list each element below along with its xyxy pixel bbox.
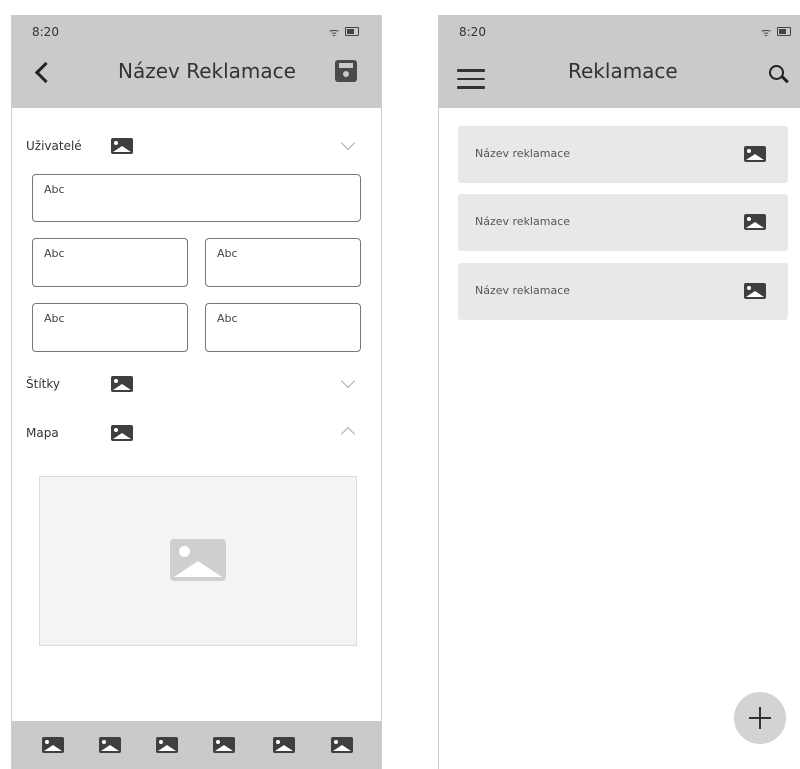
map-label: Mapa <box>26 426 59 440</box>
users-input[interactable]: Abc <box>32 174 361 222</box>
page-title: Název Reklamace <box>118 59 296 83</box>
field-input[interactable]: Abc <box>32 238 188 287</box>
input-value: Abc <box>44 183 65 196</box>
bottom-toolbar <box>12 721 381 769</box>
status-icons: ᯤ <box>761 25 791 40</box>
battery-icon <box>345 27 359 36</box>
list-item[interactable]: Název reklamace <box>458 263 788 320</box>
status-time: 8:20 <box>459 25 486 39</box>
list-item[interactable]: Název reklamace <box>458 194 788 251</box>
status-time: 8:20 <box>32 25 59 39</box>
input-value: Abc <box>217 247 238 260</box>
image-icon <box>744 146 766 162</box>
status-icons: ᯤ <box>329 25 359 40</box>
image-icon <box>111 138 133 154</box>
tags-label: Štítky <box>26 377 60 391</box>
image-icon <box>111 425 133 441</box>
list-item-label: Název reklamace <box>475 215 571 228</box>
field-input[interactable]: Abc <box>205 303 361 352</box>
detail-screen: 8:20 ᯤ Název Reklamace Uživatelé Abc Abc… <box>11 15 382 769</box>
field-input[interactable]: Abc <box>32 303 188 352</box>
users-label: Uživatelé <box>26 139 82 153</box>
chevron-down-icon[interactable] <box>340 135 356 151</box>
field-input[interactable]: Abc <box>205 238 361 287</box>
battery-icon <box>777 27 791 36</box>
chevron-up-icon[interactable] <box>340 426 356 442</box>
image-icon[interactable] <box>213 737 235 753</box>
chevron-down-icon[interactable] <box>340 373 356 389</box>
input-value: Abc <box>217 312 238 325</box>
image-icon <box>744 283 766 299</box>
app-header: 8:20 ᯤ Reklamace <box>439 15 800 108</box>
list-screen: 8:20 ᯤ Reklamace Název reklamace Název r… <box>438 15 800 769</box>
list-item-label: Název reklamace <box>475 147 571 160</box>
back-icon[interactable] <box>34 61 57 84</box>
image-icon[interactable] <box>156 737 178 753</box>
list-item-label: Název reklamace <box>475 284 571 297</box>
image-icon <box>111 376 133 392</box>
image-icon[interactable] <box>331 737 353 753</box>
wifi-icon: ᯤ <box>760 26 777 39</box>
input-value: Abc <box>44 247 65 260</box>
wifi-icon: ᯤ <box>328 26 345 39</box>
add-button[interactable] <box>734 692 786 744</box>
app-header: 8:20 ᯤ Název Reklamace <box>12 15 381 108</box>
image-icon[interactable] <box>42 737 64 753</box>
image-placeholder-icon <box>170 539 226 581</box>
input-value: Abc <box>44 312 65 325</box>
map-placeholder[interactable] <box>39 476 357 646</box>
hamburger-menu-icon[interactable] <box>457 69 485 89</box>
image-icon[interactable] <box>99 737 121 753</box>
list-item[interactable]: Název reklamace <box>458 126 788 183</box>
search-icon[interactable] <box>769 65 789 84</box>
image-icon[interactable] <box>273 737 295 753</box>
image-icon <box>744 214 766 230</box>
page-title: Reklamace <box>568 59 678 83</box>
save-icon[interactable] <box>335 60 357 82</box>
